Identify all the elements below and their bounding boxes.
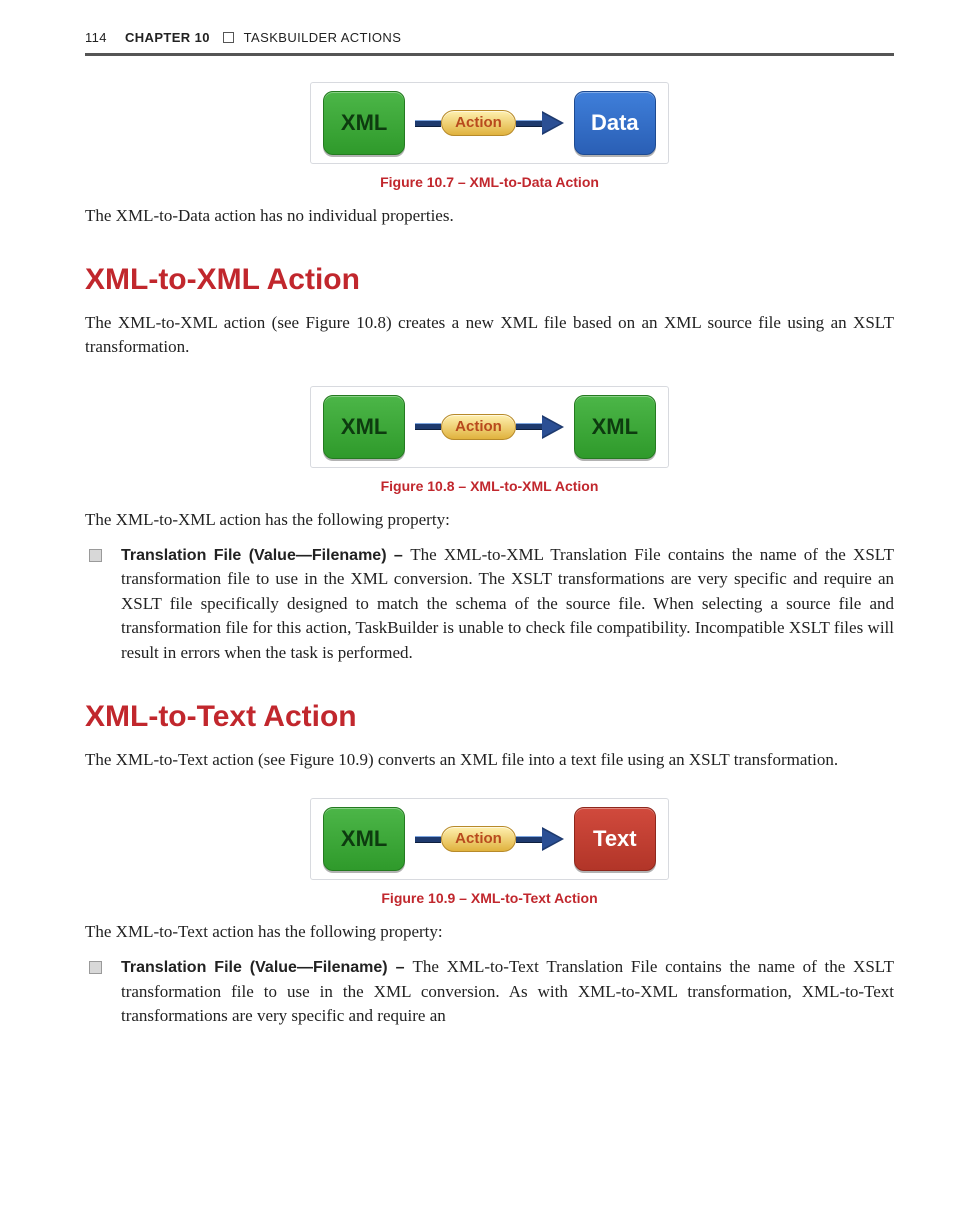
figure-10-9: XML Action Text Figure 10.9 – XML-to-Tex… (85, 798, 894, 906)
diagram-xml-to-data: XML Action Data (310, 82, 669, 164)
connector-line-icon (516, 423, 542, 430)
connector: Action (415, 109, 564, 137)
property-term: Translation File (Value—Filename) – (121, 959, 412, 976)
arrow-right-icon (542, 109, 564, 137)
figure-caption: Figure 10.8 – XML-to-XML Action (85, 478, 894, 494)
action-pill: Action (441, 414, 516, 440)
bullet-list: Translation File (Value—Filename) – The … (85, 955, 894, 1029)
chapter-title: TASKBUILDER ACTIONS (244, 30, 402, 45)
arrow-right-icon (542, 825, 564, 853)
figure-caption: Figure 10.7 – XML-to-Data Action (85, 174, 894, 190)
tile-xml: XML (323, 807, 405, 871)
body-text: The XML-to-XML action (see Figure 10.8) … (85, 311, 894, 360)
section-heading-xml-to-text: XML-to-Text Action (85, 700, 894, 734)
action-pill: Action (441, 110, 516, 136)
tile-text: Text (574, 807, 656, 871)
figure-10-8: XML Action XML Figure 10.8 – XML-to-XML … (85, 386, 894, 494)
list-item: Translation File (Value—Filename) – The … (85, 955, 894, 1029)
body-text: The XML-to-Data action has no individual… (85, 204, 894, 229)
tile-data: Data (574, 91, 656, 155)
diagram-xml-to-xml: XML Action XML (310, 386, 669, 468)
tile-xml: XML (574, 395, 656, 459)
connector-line-icon (415, 836, 441, 843)
connector-line-icon (516, 836, 542, 843)
list-item: Translation File (Value—Filename) – The … (85, 543, 894, 666)
connector: Action (415, 825, 564, 853)
arrow-right-icon (542, 413, 564, 441)
header-separator-icon (223, 32, 234, 43)
connector-line-icon (516, 120, 542, 127)
connector-line-icon (415, 423, 441, 430)
chapter-label: CHAPTER 10 (125, 30, 210, 45)
figure-caption: Figure 10.9 – XML-to-Text Action (85, 890, 894, 906)
body-text: The XML-to-Text action (see Figure 10.9)… (85, 748, 894, 773)
body-text: The XML-to-Text action has the following… (85, 920, 894, 945)
property-term: Translation File (Value—Filename) – (121, 547, 410, 564)
diagram-xml-to-text: XML Action Text (310, 798, 669, 880)
connector: Action (415, 413, 564, 441)
tile-xml: XML (323, 91, 405, 155)
page-number: 114 (85, 30, 107, 45)
body-text: The XML-to-XML action has the following … (85, 508, 894, 533)
tile-xml: XML (323, 395, 405, 459)
running-header: 114 CHAPTER 10 TASKBUILDER ACTIONS (85, 30, 894, 56)
figure-10-7: XML Action Data Figure 10.7 – XML-to-Dat… (85, 82, 894, 190)
section-heading-xml-to-xml: XML-to-XML Action (85, 263, 894, 297)
bullet-list: Translation File (Value—Filename) – The … (85, 543, 894, 666)
action-pill: Action (441, 826, 516, 852)
connector-line-icon (415, 120, 441, 127)
